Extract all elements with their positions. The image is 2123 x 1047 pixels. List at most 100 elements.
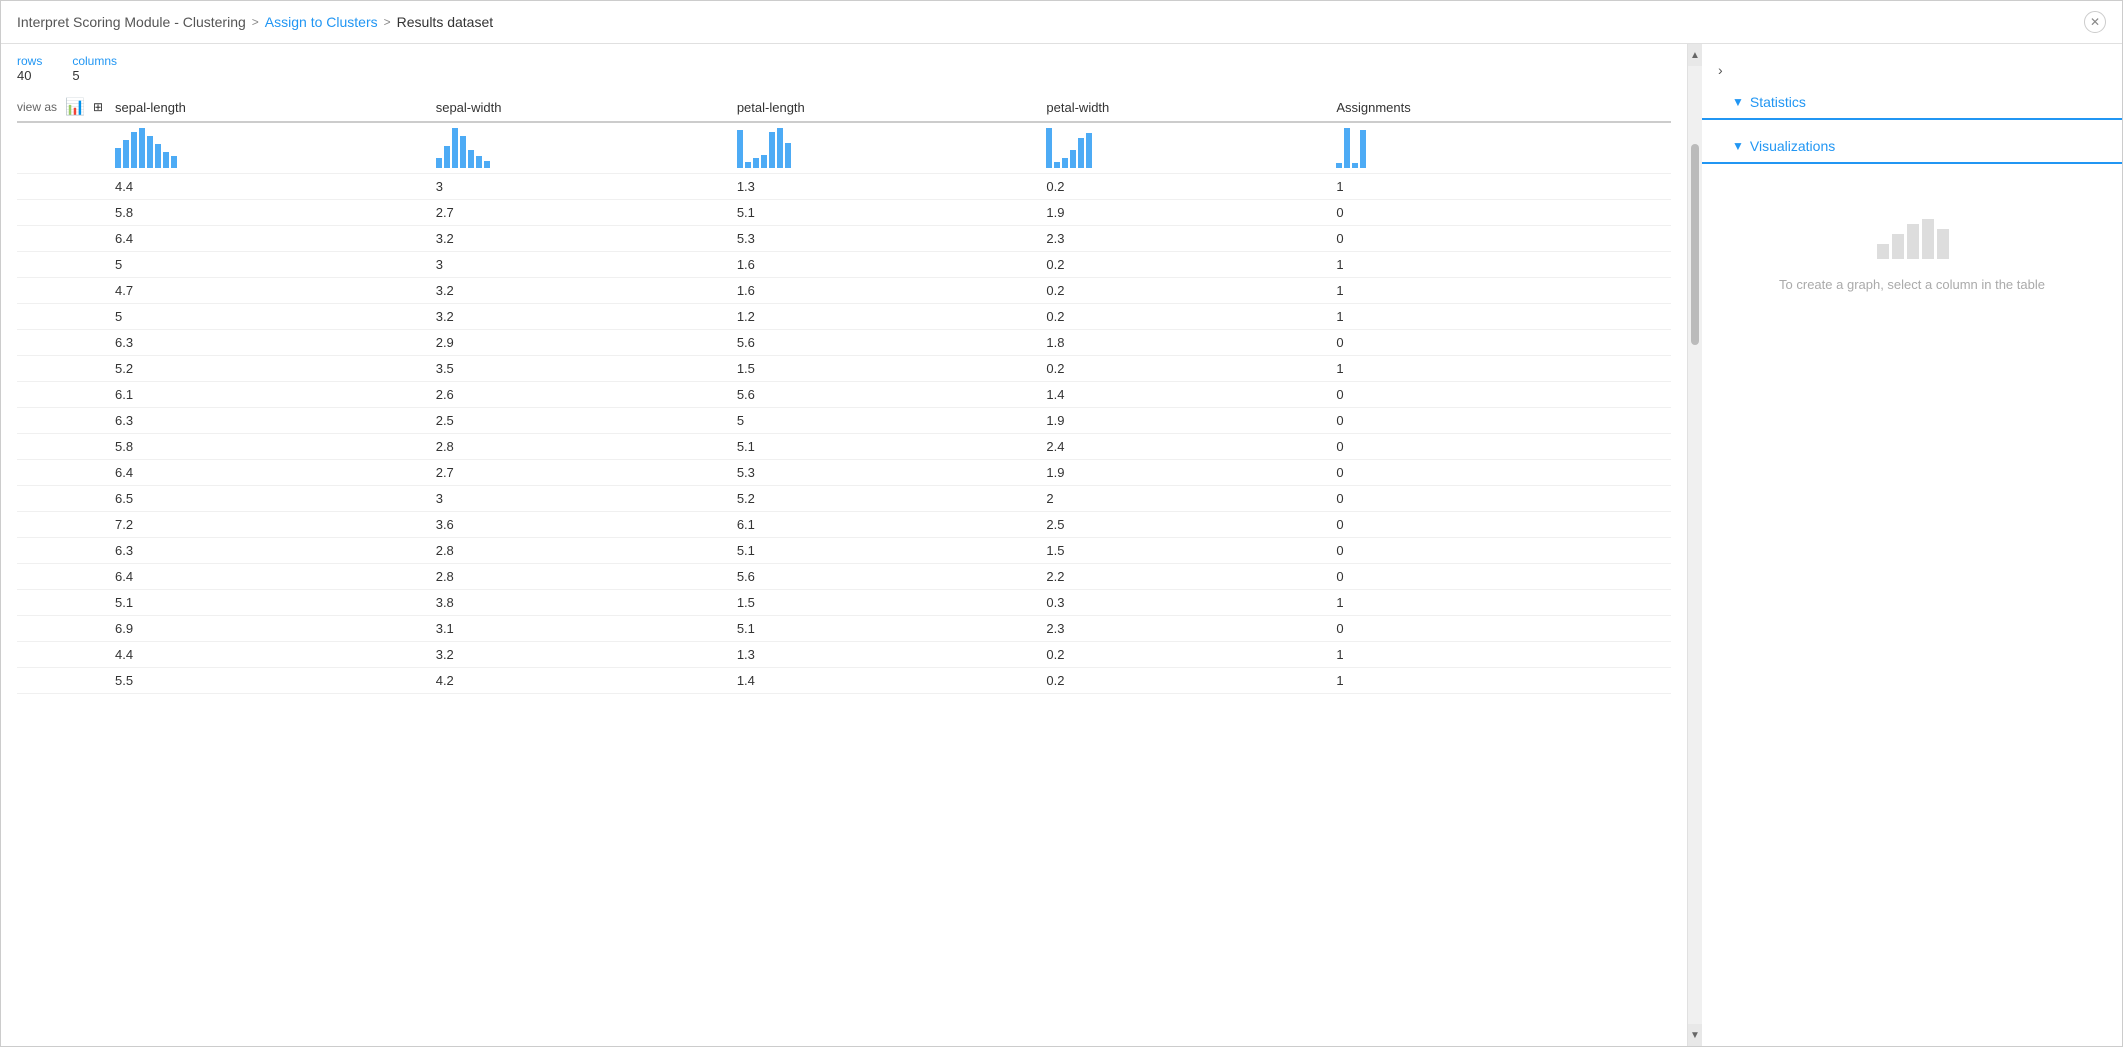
cell-3: 1.9: [1046, 460, 1336, 486]
cell-2: 5: [737, 408, 1047, 434]
cell-3: 1.4: [1046, 382, 1336, 408]
bar: [1360, 130, 1366, 168]
bar: [1352, 163, 1358, 168]
view-as-label: view as: [17, 100, 57, 114]
cell-4: 1: [1336, 252, 1671, 278]
viz-placeholder: To create a graph, select a column in th…: [1702, 164, 2122, 332]
bar: [444, 146, 450, 168]
cell-2: 5.6: [737, 564, 1047, 590]
row-index: [17, 590, 115, 616]
bar: [171, 156, 177, 168]
row-index: [17, 174, 115, 200]
scrollbar-thumb[interactable]: [1691, 144, 1699, 344]
bar: [1070, 150, 1076, 168]
columns-label: columns: [72, 54, 117, 68]
columns-meta: columns 5: [72, 54, 117, 83]
cell-0: 4.4: [115, 642, 436, 668]
left-panel: rows 40 columns 5 view as 📊 ⊞: [1, 44, 1688, 1046]
row-index: [17, 616, 115, 642]
bar: [1336, 163, 1342, 168]
breadcrumb-part3: Results dataset: [397, 14, 494, 30]
cell-4: 1: [1336, 668, 1671, 694]
cell-3: 0.2: [1046, 252, 1336, 278]
cell-3: 0.2: [1046, 304, 1336, 330]
cell-4: 0: [1336, 434, 1671, 460]
cell-4: 0: [1336, 226, 1671, 252]
histogram-sepal-width: [436, 122, 737, 174]
cell-4: 0: [1336, 512, 1671, 538]
cell-2: 5.6: [737, 382, 1047, 408]
cell-2: 1.2: [737, 304, 1047, 330]
statistics-section-header[interactable]: ▼ Statistics: [1702, 86, 2122, 120]
cell-0: 6.4: [115, 564, 436, 590]
bar: [737, 130, 743, 168]
bar: [1344, 128, 1350, 168]
meta-row: rows 40 columns 5: [1, 44, 1687, 93]
cell-0: 5.5: [115, 668, 436, 694]
row-index: [17, 330, 115, 356]
rows-label: rows: [17, 54, 42, 68]
visualizations-section-header[interactable]: ▼ Visualizations: [1702, 130, 2122, 164]
table-view-icon[interactable]: ⊞: [93, 100, 103, 114]
table-row: 6.12.65.61.40: [17, 382, 1671, 408]
bar: [1062, 158, 1068, 168]
cell-1: 3: [436, 252, 737, 278]
cell-3: 2.5: [1046, 512, 1336, 538]
cell-3: 0.3: [1046, 590, 1336, 616]
bar: [460, 136, 466, 168]
cell-4: 0: [1336, 382, 1671, 408]
col-header-sepal-length[interactable]: sepal-length: [115, 93, 436, 122]
top-bar: Interpret Scoring Module - Clustering > …: [1, 1, 2122, 44]
row-index: [17, 642, 115, 668]
table-row: 6.32.85.11.50: [17, 538, 1671, 564]
cell-1: 3.2: [436, 642, 737, 668]
cell-4: 0: [1336, 616, 1671, 642]
right-panel-toggle[interactable]: ›: [1702, 54, 2122, 86]
table-row: 6.32.95.61.80: [17, 330, 1671, 356]
scroll-down-arrow[interactable]: ▼: [1688, 1024, 1702, 1046]
table-row: 6.42.75.31.90: [17, 460, 1671, 486]
table-row: 6.93.15.12.30: [17, 616, 1671, 642]
bar: [155, 144, 161, 168]
col-header-petal-length[interactable]: petal-length: [737, 93, 1047, 122]
cell-3: 0.2: [1046, 174, 1336, 200]
cell-3: 0.2: [1046, 642, 1336, 668]
cell-1: 2.5: [436, 408, 737, 434]
cell-2: 5.1: [737, 200, 1047, 226]
breadcrumb-sep2: >: [384, 15, 391, 29]
cell-1: 3.8: [436, 590, 737, 616]
breadcrumb-part2[interactable]: Assign to Clusters: [265, 14, 378, 30]
cell-0: 6.4: [115, 460, 436, 486]
table-row: 5.82.85.12.40: [17, 434, 1671, 460]
bar: [785, 143, 791, 168]
histogram-row-label: [17, 122, 115, 174]
cell-2: 1.3: [737, 174, 1047, 200]
cell-2: 5.6: [737, 330, 1047, 356]
col-header-petal-width[interactable]: petal-width: [1046, 93, 1336, 122]
col-header-assignments[interactable]: Assignments: [1336, 93, 1671, 122]
cell-2: 1.5: [737, 356, 1047, 382]
cell-4: 1: [1336, 278, 1671, 304]
histogram-petal-length: [737, 122, 1047, 174]
chevron-right-icon: ›: [1718, 62, 1723, 78]
cell-0: 6.1: [115, 382, 436, 408]
bar-view-icon[interactable]: 📊: [65, 97, 85, 117]
cell-2: 5.2: [737, 486, 1047, 512]
close-button[interactable]: ✕: [2084, 11, 2106, 33]
cell-0: 5: [115, 304, 436, 330]
cell-1: 4.2: [436, 668, 737, 694]
col-header-sepal-width[interactable]: sepal-width: [436, 93, 737, 122]
cell-2: 5.3: [737, 460, 1047, 486]
main-content: rows 40 columns 5 view as 📊 ⊞: [1, 44, 2122, 1046]
cell-4: 0: [1336, 460, 1671, 486]
cell-3: 2.2: [1046, 564, 1336, 590]
cell-3: 0.2: [1046, 278, 1336, 304]
bar: [1046, 128, 1052, 168]
placeholder-chart-svg: [1872, 204, 1952, 264]
cell-3: 1.9: [1046, 200, 1336, 226]
cell-2: 5.3: [737, 226, 1047, 252]
center-scrollbar: ▲ ▼: [1688, 44, 1702, 1046]
row-index: [17, 382, 115, 408]
cell-0: 6.4: [115, 226, 436, 252]
bar: [753, 158, 759, 168]
